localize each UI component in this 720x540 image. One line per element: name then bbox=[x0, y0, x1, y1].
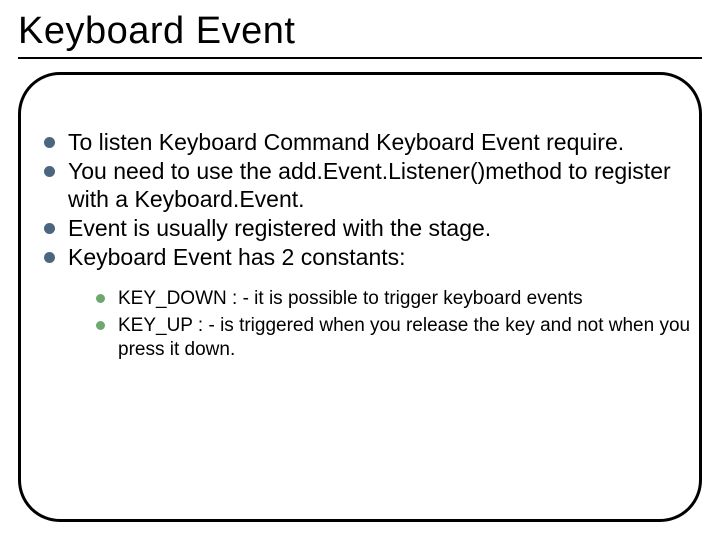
slide: Keyboard Event To listen Keyboard Comman… bbox=[0, 0, 720, 540]
title-block: Keyboard Event bbox=[0, 0, 720, 65]
title-underline bbox=[18, 57, 702, 59]
list-item: You need to use the add.Event.Listener()… bbox=[40, 157, 692, 213]
bullet-list: To listen Keyboard Command Keyboard Even… bbox=[40, 128, 692, 271]
list-item: Event is usually registered with the sta… bbox=[40, 214, 692, 242]
slide-title: Keyboard Event bbox=[18, 10, 702, 53]
list-item: To listen Keyboard Command Keyboard Even… bbox=[40, 128, 692, 156]
slide-content: To listen Keyboard Command Keyboard Even… bbox=[40, 128, 692, 364]
list-item: Keyboard Event has 2 constants: bbox=[40, 243, 692, 271]
list-item: KEY_DOWN : - it is possible to trigger k… bbox=[94, 287, 692, 311]
sub-bullet-list: KEY_DOWN : - it is possible to trigger k… bbox=[94, 287, 692, 362]
list-item: KEY_UP : - is triggered when you release… bbox=[94, 314, 692, 363]
